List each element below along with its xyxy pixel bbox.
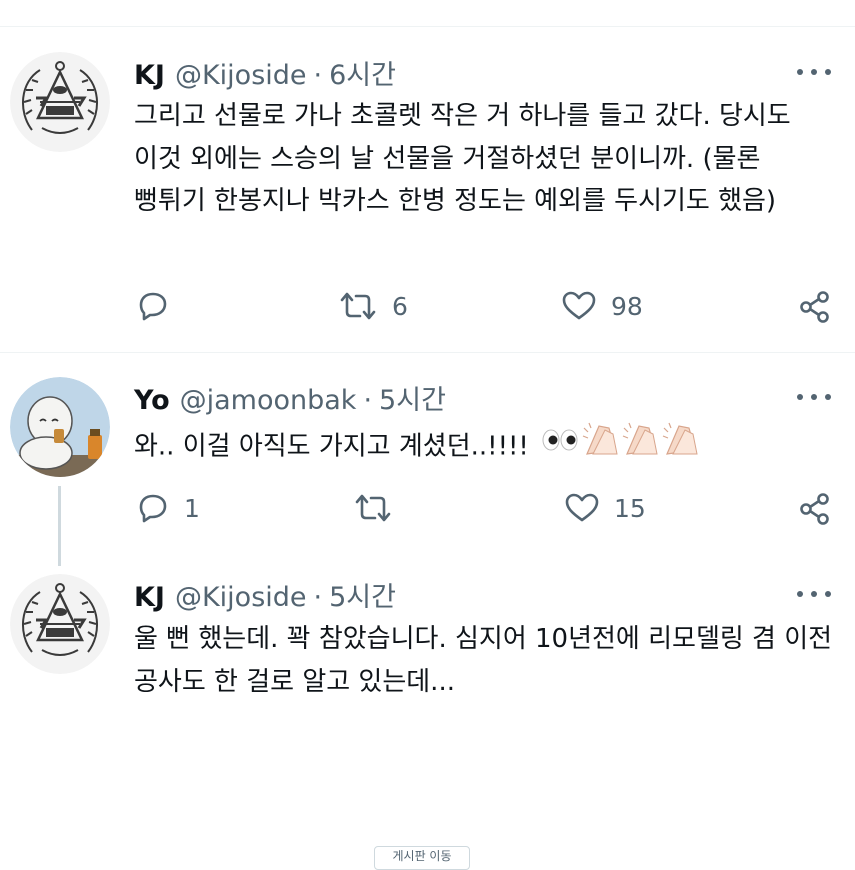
timestamp[interactable]: 6시간 xyxy=(329,53,396,92)
like-icon xyxy=(565,493,599,522)
share-button[interactable] xyxy=(798,290,832,324)
share-icon xyxy=(800,291,829,323)
more-icon[interactable] xyxy=(797,62,831,82)
separator: · xyxy=(313,60,323,91)
reply-icon xyxy=(139,494,167,523)
retweet-button[interactable] xyxy=(353,492,393,524)
emoji-group xyxy=(541,420,701,474)
reply-button[interactable]: 1 xyxy=(136,492,200,524)
timestamp[interactable]: 5시간 xyxy=(379,378,446,417)
masonic-logo-icon xyxy=(10,52,110,152)
retweet-button[interactable]: 6 xyxy=(338,290,408,322)
user-handle[interactable]: @jamoonbak xyxy=(180,385,357,416)
cartoon-character-icon xyxy=(10,377,110,477)
thread-connector xyxy=(58,486,61,566)
retweet-icon xyxy=(340,292,376,320)
reply-icon xyxy=(139,292,167,321)
display-name[interactable]: KJ xyxy=(134,582,165,613)
tweet-text: 그리고 선물로 가나 초콜렛 작은 거 하나를 들고 갔다. 당시도 이것 외에… xyxy=(134,101,791,216)
more-icon[interactable] xyxy=(797,387,831,407)
avatar-kijoside[interactable] xyxy=(10,574,110,674)
bottom-button[interactable]: 게시판 이동 xyxy=(374,846,470,870)
more-icon[interactable] xyxy=(797,584,831,604)
clapping-hands-emoji xyxy=(582,422,618,455)
display-name[interactable]: Yo xyxy=(134,385,170,416)
timestamp[interactable]: 5시간 xyxy=(329,575,396,614)
user-handle[interactable]: @Kijoside xyxy=(175,60,307,91)
share-button[interactable] xyxy=(798,492,832,526)
like-count: 15 xyxy=(614,493,646,523)
user-handle[interactable]: @Kijoside xyxy=(175,582,307,613)
separator: · xyxy=(313,582,323,613)
like-count: 98 xyxy=(611,291,643,321)
avatar-kijoside[interactable] xyxy=(10,52,110,152)
like-button[interactable]: 15 xyxy=(564,492,646,524)
like-button[interactable]: 98 xyxy=(561,290,643,322)
eyes-emoji xyxy=(542,429,578,451)
like-icon xyxy=(562,291,596,320)
tweet-divider xyxy=(0,352,855,353)
display-name[interactable]: KJ xyxy=(134,60,165,91)
tweet-text-line: 와.. 이걸 아직도 가지고 계셨던..!!!! xyxy=(134,420,834,474)
clapping-hands-emoji xyxy=(662,422,698,455)
tweet-header: Yo @jamoonbak · 5시간 xyxy=(134,378,446,417)
reply-button[interactable] xyxy=(136,290,170,322)
reply-count: 1 xyxy=(184,493,200,523)
masonic-logo-icon xyxy=(10,574,110,674)
clapping-hands-emoji xyxy=(622,422,658,455)
tweet-text: 와.. 이걸 아직도 가지고 계셨던..!!!! xyxy=(134,431,529,462)
tweet-header: KJ @Kijoside · 6시간 xyxy=(134,53,396,92)
tweet-header: KJ @Kijoside · 5시간 xyxy=(134,575,396,614)
top-divider xyxy=(0,26,855,27)
tweet-text: 울 뻔 했는데. 꽉 참았습니다. 심지어 10년전에 리모델링 겸 이전 공사… xyxy=(134,624,833,697)
retweet-count: 6 xyxy=(392,291,408,321)
avatar-jamoonbak[interactable] xyxy=(10,377,110,477)
share-icon xyxy=(800,493,829,525)
separator: · xyxy=(363,385,373,416)
retweet-icon xyxy=(355,494,391,522)
